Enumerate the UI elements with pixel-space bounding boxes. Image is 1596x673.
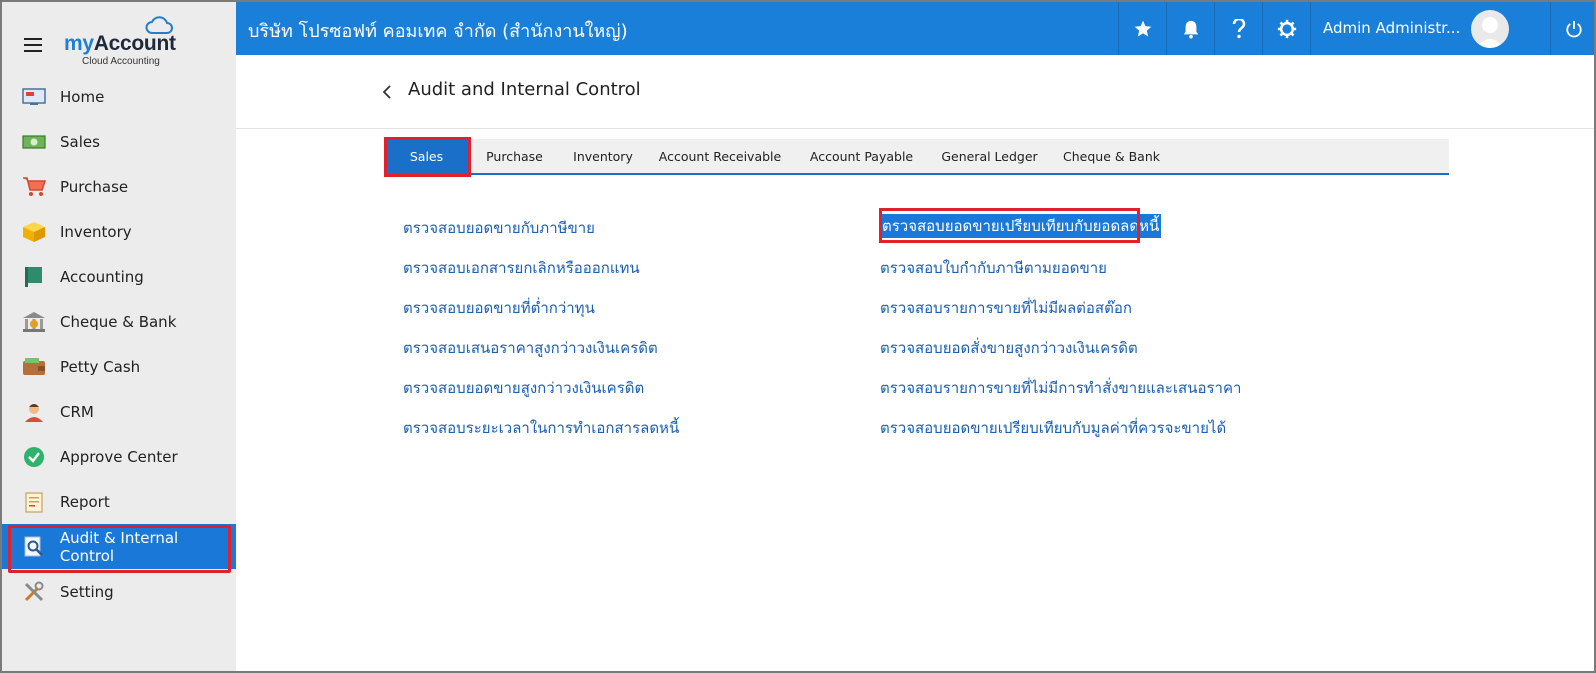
help-button[interactable]	[1214, 2, 1262, 55]
tab-account-payable[interactable]: Account Payable	[795, 139, 928, 173]
report-icon	[22, 490, 46, 514]
link-right-2[interactable]: ตรวจสอบใบกำกับภาษีตามยอดขาย	[880, 256, 1107, 280]
wallet-icon	[22, 355, 46, 379]
shopping-cart-icon	[22, 175, 46, 199]
tab-sales[interactable]: Sales	[385, 139, 468, 173]
user-avatar-icon	[1476, 17, 1504, 48]
sidebar-item-label: Inventory	[60, 222, 132, 241]
check-circle-icon	[22, 445, 46, 469]
page-header: Audit and Internal Control	[236, 55, 1594, 129]
sidebar-item-petty-cash[interactable]: Petty Cash	[2, 344, 236, 389]
sidebar-item-label: Sales	[60, 132, 100, 151]
logo-tagline: Cloud Accounting	[82, 56, 160, 67]
sidebar-item-label: Audit & Internal Control	[59, 528, 179, 565]
help-icon	[1232, 18, 1245, 38]
app-window: myAccount Cloud Accounting Home Sales Pu…	[0, 0, 1596, 673]
link-left-1[interactable]: ตรวจสอบยอดขายกับภาษีขาย	[403, 216, 595, 240]
tab-inventory[interactable]: Inventory	[561, 139, 645, 173]
page-title: Audit and Internal Control	[408, 79, 641, 100]
logo-title: myAccount	[64, 32, 176, 55]
link-right-3[interactable]: ตรวจสอบรายการขายที่ไม่มีผลต่อสต๊อก	[880, 296, 1132, 320]
sidebar-nav: Home Sales Purchase Inventory Accounting…	[2, 74, 236, 614]
brand-area: myAccount Cloud Accounting	[2, 2, 236, 70]
company-name: บริษัท โปรซอฟท์ คอมเทค จำกัด (สำนักงานให…	[248, 21, 628, 42]
tab-general-ledger[interactable]: General Ledger	[928, 139, 1051, 173]
star-icon	[1134, 20, 1151, 36]
sidebar-item-crm[interactable]: CRM	[2, 389, 236, 434]
link-left-4[interactable]: ตรวจสอบเสนอราคาสูงกว่าวงเงินเครดิต	[403, 336, 658, 360]
settings-button[interactable]	[1262, 2, 1310, 55]
tools-icon	[22, 580, 46, 604]
top-bar: บริษัท โปรซอฟท์ คอมเทค จำกัด (สำนักงานให…	[236, 2, 1594, 55]
power-icon	[1565, 20, 1582, 37]
link-left-3[interactable]: ตรวจสอบยอดขายที่ต่ำกว่าทุน	[403, 296, 595, 320]
user-name: Admin Administr...	[1323, 19, 1461, 37]
sidebar-item-cheque-bank[interactable]: Cheque & Bank	[2, 299, 236, 344]
sidebar-item-inventory[interactable]: Inventory	[2, 209, 236, 254]
link-right-4[interactable]: ตรวจสอบยอดสั่งขายสูงกว่าวงเงินเครดิต	[880, 336, 1138, 360]
person-icon	[22, 400, 46, 424]
sidebar: myAccount Cloud Accounting Home Sales Pu…	[2, 2, 236, 671]
sidebar-item-setting[interactable]: Setting	[2, 569, 236, 614]
hamburger-menu-icon[interactable]	[24, 38, 42, 52]
avatar	[1471, 10, 1509, 48]
tab-purchase[interactable]: Purchase	[468, 139, 561, 173]
user-menu[interactable]: Admin Administr...	[1310, 2, 1550, 55]
back-chevron-icon[interactable]	[380, 82, 394, 102]
sidebar-item-home[interactable]: Home	[2, 74, 236, 119]
link-left-6[interactable]: ตรวจสอบระยะเวลาในการทำเอกสารลดหนี้	[403, 416, 679, 440]
sidebar-item-report[interactable]: Report	[2, 479, 236, 524]
sidebar-item-label: Report	[60, 492, 110, 511]
home-monitor-icon	[22, 85, 46, 109]
link-left-5[interactable]: ตรวจสอบยอดขายสูงกว่าวงเงินเครดิต	[403, 376, 644, 400]
sidebar-item-purchase[interactable]: Purchase	[2, 164, 236, 209]
box-icon	[22, 220, 46, 244]
link-right-6[interactable]: ตรวจสอบยอดขายเปรียบเทียบกับมูลค่าที่ควรจ…	[880, 416, 1226, 440]
sidebar-item-label: Cheque & Bank	[60, 312, 177, 331]
sidebar-item-label: Approve Center	[60, 447, 178, 466]
gear-icon	[1277, 19, 1296, 38]
ledger-book-icon	[22, 265, 46, 289]
logo[interactable]: myAccount Cloud Accounting	[64, 14, 184, 67]
sidebar-item-approve-center[interactable]: Approve Center	[2, 434, 236, 479]
sidebar-item-label: Setting	[60, 582, 114, 601]
sidebar-item-accounting[interactable]: Accounting	[2, 254, 236, 299]
sidebar-item-sales[interactable]: Sales	[2, 119, 236, 164]
notifications-button[interactable]	[1166, 2, 1214, 55]
link-right-1[interactable]: ตรวจสอบยอดขายเปรียบเทียบกับยอดลดหนี้	[880, 214, 1162, 238]
link-right-5[interactable]: ตรวจสอบรายการขายที่ไม่มีการทำสั่งขายและเ…	[880, 376, 1241, 400]
category-tabs: Sales Purchase Inventory Account Receiva…	[385, 139, 1449, 175]
sidebar-item-label: Accounting	[60, 267, 144, 286]
sidebar-item-audit-internal-control[interactable]: Audit & Internal Control	[2, 524, 236, 573]
tab-account-receivable[interactable]: Account Receivable	[645, 139, 795, 173]
sidebar-item-label: CRM	[60, 402, 94, 421]
tab-cheque-bank[interactable]: Cheque & Bank	[1051, 139, 1172, 173]
sidebar-item-label: Purchase	[60, 177, 129, 196]
logout-button[interactable]	[1550, 2, 1594, 55]
favorites-button[interactable]	[1118, 2, 1166, 55]
bank-icon	[22, 310, 46, 334]
cash-icon	[22, 130, 46, 154]
bell-icon	[1183, 20, 1198, 38]
link-left-2[interactable]: ตรวจสอบเอกสารยกเลิกหรือออกแทน	[403, 256, 640, 280]
audit-magnifier-icon	[22, 535, 46, 559]
sidebar-item-label: Petty Cash	[60, 357, 141, 376]
sidebar-item-label: Home	[60, 87, 105, 106]
